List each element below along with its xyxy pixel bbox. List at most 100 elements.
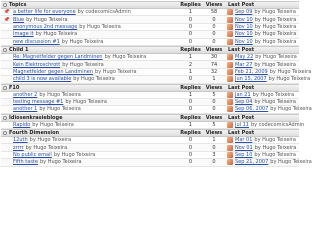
topic-link[interactable]: Blue: [13, 17, 24, 23]
topic-link[interactable]: testing message #1: [13, 99, 63, 105]
topic-author-label: by Hugo Teixeira: [39, 91, 81, 98]
views-column-header[interactable]: Views: [203, 2, 225, 8]
table-row: 12uth by Hugo Teixeira 0 1 Mar 01 by Hugo Tei…: [1, 137, 299, 145]
topic-link[interactable]: Magnetfelder gegen Landminen: [13, 69, 93, 75]
last-post-cell: Sep 21, 2007 by Hugo Teixeira: [225, 159, 312, 166]
topic-author: Hugo Teixeira: [69, 38, 104, 45]
last-post-cell: Mar 27 by Hugo Teixeira: [225, 61, 299, 68]
views-column-header[interactable]: Views: [203, 47, 225, 53]
topic-link[interactable]: Rapido: [13, 122, 30, 128]
views-column-header[interactable]: Views: [203, 115, 225, 121]
topic-author-label: by Hugo Teixeira: [104, 54, 147, 61]
topic-link[interactable]: 12uth: [13, 137, 28, 143]
topic-link[interactable]: Kein Elektroschrott: [13, 62, 60, 68]
replies-column-header[interactable]: Replies: [178, 2, 203, 8]
last-post-date-link[interactable]: Nov 10: [235, 24, 253, 30]
last-post-column-header[interactable]: Last Post: [225, 85, 299, 91]
topic-link[interactable]: another 2: [13, 92, 37, 98]
last-post-date-link[interactable]: Nov 10: [235, 39, 253, 45]
replies-column-header[interactable]: Replies: [178, 115, 203, 121]
topic-author-label: by Hugo Teixeira: [25, 144, 68, 151]
avatar: [227, 54, 233, 61]
topic-link[interactable]: another 1: [13, 106, 37, 112]
topic-author: Hugo Teixeira: [47, 106, 81, 113]
last-post-column-header[interactable]: Last Post: [225, 130, 299, 136]
group-rows: Rapido by Hugo Teixeira 1 5 Jul 11 by codecom…: [1, 121, 304, 130]
last-post-column-header[interactable]: Last Post: [225, 2, 299, 8]
topic-cell: Magnetfelder gegen Landminen by Hugo Teix…: [1, 69, 178, 75]
topic-link[interactable]: child 3 is now available: [13, 76, 71, 82]
views-column-header[interactable]: Views: [203, 130, 225, 136]
last-post-date-link[interactable]: Jul 11: [235, 122, 249, 128]
topic-link[interactable]: anonymous 2nd message: [13, 24, 77, 30]
topic-link[interactable]: a better life for everyone: [13, 9, 76, 15]
pushpin-icon: 📌: [3, 16, 11, 23]
topic-link[interactable]: Fifth taste: [13, 159, 38, 165]
avatar: [227, 144, 233, 151]
avatar: [227, 38, 233, 45]
last-post-column-header[interactable]: Last Post: [225, 115, 299, 121]
replies-count: 1: [188, 9, 193, 16]
last-post-date-link[interactable]: Feb 21, 2009: [235, 69, 268, 75]
views-count: 0: [212, 144, 216, 151]
topic-link[interactable]: zrrrr: [13, 145, 24, 151]
last-post-author: Hugo Teixeira: [262, 144, 297, 151]
last-post-date-link[interactable]: Sep 04: [235, 99, 252, 105]
last-post-date-link[interactable]: May 22: [235, 54, 253, 60]
last-post-author-label: by Hugo Teixeira: [254, 99, 296, 106]
last-post-date-link[interactable]: Sep 21, 2007: [235, 159, 268, 165]
replies-count: 0: [188, 76, 193, 83]
group-title: Idiosenkrasiebloge: [9, 114, 63, 121]
group-rows: Re: Magnetfelder gegen Landminen by Hugo …: [1, 53, 311, 84]
last-post-author-label: by Hugo Teixeira: [270, 159, 312, 166]
last-post-cell: Mar 01 by Hugo Teixeira: [225, 137, 299, 144]
replies-count: 1: [188, 121, 193, 128]
views-column-header[interactable]: Views: [203, 85, 225, 91]
last-post-author-label: by Hugo Teixeira: [254, 144, 297, 151]
last-post-date-link[interactable]: Sep 10: [235, 152, 252, 158]
last-post-date-link[interactable]: Mar 27: [235, 62, 252, 68]
topic-group: Fourth Dimension Replies Views Last Post 12u…: [1, 129, 312, 167]
last-post-date-link[interactable]: Sep 09: [235, 9, 252, 15]
last-post-column-header[interactable]: Last Post: [225, 47, 299, 53]
last-post-date-link[interactable]: Nov 10: [235, 17, 253, 23]
replies-count: 0: [188, 152, 193, 159]
topic-link[interactable]: Image it: [13, 31, 34, 37]
topic-link[interactable]: Re: Magnetfelder gegen Landminen: [13, 54, 103, 60]
topic-cell: Re: Magnetfelder gegen Landminen by Hugo …: [1, 54, 178, 60]
replies-count: 0: [188, 137, 193, 144]
views-count: 1: [212, 76, 216, 83]
topic-link[interactable]: No public email: [13, 152, 52, 158]
table-row: Fifth taste by Hugo Teixeira 0 0 Sep 21, 200…: [1, 159, 312, 167]
replies-column-header[interactable]: Replies: [178, 85, 203, 91]
views-count: 0: [212, 99, 216, 106]
table-row: zrrrr by Hugo Teixeira 0 0 Nov 01 by Hugo Tei…: [1, 144, 299, 152]
topic-author-label: by Hugo Teixeira: [39, 106, 81, 113]
last-post-date-link[interactable]: Jan 21: [235, 92, 251, 98]
topic-cell: 📌 a better life for everyone by codecomics…: [1, 9, 178, 15]
last-post-cell: Sep 10 by Hugo Teixeira: [225, 152, 299, 159]
group-header: Fourth Dimension Replies Views Last Post: [1, 129, 299, 138]
table-row: child 3 is now available by Hugo Teixeira…: [1, 76, 310, 84]
last-post-author: Hugo Teixeira: [260, 91, 295, 98]
last-post-date-link[interactable]: Mar 01: [235, 137, 252, 143]
replies-count: 1: [188, 68, 193, 75]
table-row: Re: Magnetfelder gegen Landminen by Hugo …: [1, 53, 299, 62]
topic-author-label: by Hugo Teixeira: [39, 159, 82, 166]
topic-author-label: by Hugo Teixeira: [95, 68, 137, 75]
replies-column-header[interactable]: Replies: [178, 130, 203, 136]
topic-author: Hugo Teixeira: [73, 99, 107, 106]
last-post-date-link[interactable]: Jun 15, 2007: [235, 76, 267, 82]
last-post-date-link[interactable]: Sep 06, 2007: [235, 106, 268, 112]
last-post-date-link[interactable]: Nov 01: [235, 145, 253, 151]
last-post-author-label: by Hugo Teixeira: [270, 106, 312, 113]
topic-author: codecomicsAdmin: [85, 9, 131, 16]
replies-column-header[interactable]: Replies: [178, 47, 203, 53]
views-count: 0: [212, 38, 216, 45]
topic-link[interactable]: new discussion #1: [13, 39, 60, 45]
topic-author: Hugo Teixeira: [112, 54, 147, 61]
topic-author: Hugo Teixeira: [37, 137, 72, 144]
last-post-author-label: by Hugo Teixeira: [269, 68, 312, 75]
last-post-cell: Feb 21, 2009 by Hugo Teixeira: [225, 68, 311, 75]
last-post-date-link[interactable]: Nov 10: [235, 31, 253, 37]
